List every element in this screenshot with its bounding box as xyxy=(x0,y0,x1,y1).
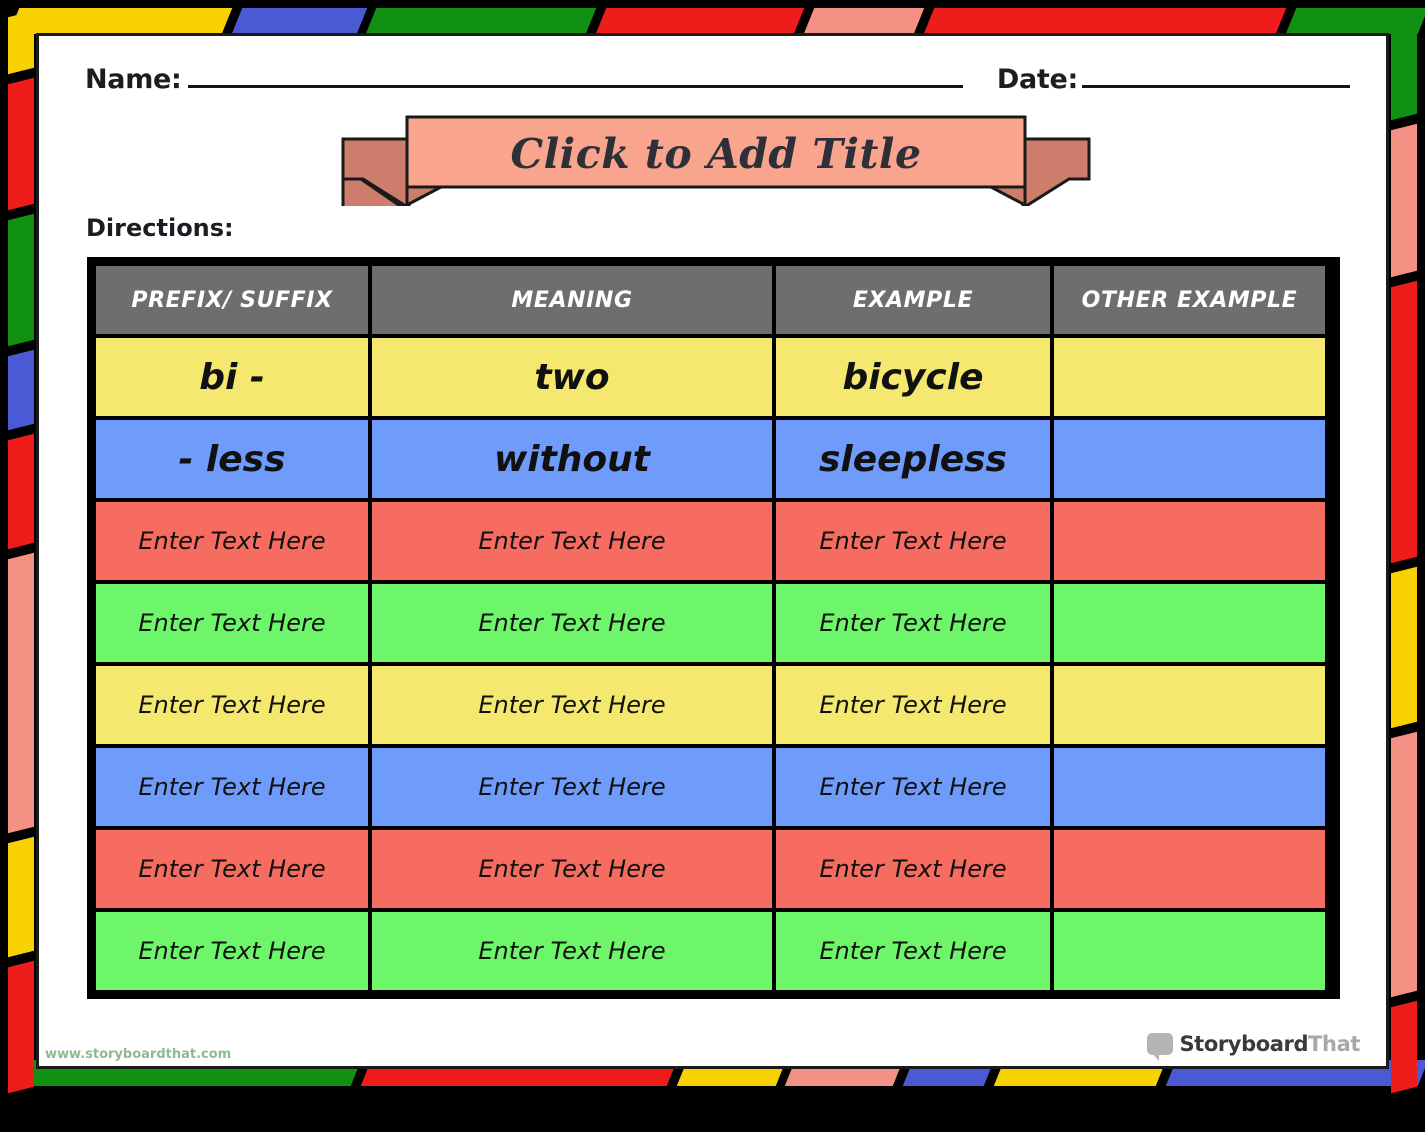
date-label: Date: xyxy=(996,64,1078,95)
title-text[interactable]: Click to Add Title xyxy=(409,121,1023,187)
table-cell[interactable] xyxy=(1054,748,1325,826)
frame-dash xyxy=(365,8,597,34)
table-row: Enter Text Here Enter Text Here Enter Text… xyxy=(96,830,1331,908)
frame-dash xyxy=(1391,1000,1417,1094)
table-cell[interactable]: Enter Text Here xyxy=(372,502,772,580)
table-cell[interactable]: sleepless xyxy=(776,420,1050,498)
table-cell[interactable]: Enter Text Here xyxy=(776,584,1050,662)
table-row: - less without sleepless xyxy=(96,420,1331,498)
frame-dash xyxy=(8,77,34,211)
frame-dash xyxy=(923,8,1287,34)
table-cell[interactable]: Enter Text Here xyxy=(96,830,368,908)
frame-dash xyxy=(1391,10,1417,121)
frame-dash xyxy=(1391,731,1417,998)
frame-dash xyxy=(8,8,232,34)
storyboardthat-logo: StoryboardThat xyxy=(1147,1032,1360,1061)
table-cell[interactable] xyxy=(1054,830,1325,908)
table-cell[interactable] xyxy=(1054,666,1325,744)
table-cell[interactable]: Enter Text Here xyxy=(372,912,772,990)
table-header-cell: OTHER EXAMPLE xyxy=(1054,266,1325,334)
table-row: Enter Text Here Enter Text Here Enter Text… xyxy=(96,584,1331,662)
logo-text-primary: Storyboard xyxy=(1179,1032,1309,1056)
title-ribbon[interactable]: Click to Add Title xyxy=(341,111,1091,206)
name-input-line[interactable] xyxy=(187,62,963,88)
table-header-cell: MEANING xyxy=(372,266,772,334)
table-cell[interactable] xyxy=(1054,338,1325,416)
table-cell[interactable]: Enter Text Here xyxy=(776,912,1050,990)
frame-dash xyxy=(8,433,34,549)
logo-text-secondary: That xyxy=(1308,1032,1360,1056)
table-cell[interactable] xyxy=(1054,420,1325,498)
table-cell[interactable] xyxy=(1054,584,1325,662)
table-cell[interactable] xyxy=(1054,912,1325,990)
prefix-suffix-table: PREFIX/ SUFFIX MEANING EXAMPLE OTHER EXAMPL… xyxy=(87,257,1340,999)
table-cell[interactable]: without xyxy=(372,420,772,498)
table-row: Enter Text Here Enter Text Here Enter Text… xyxy=(96,912,1331,990)
frame-dash xyxy=(8,349,34,431)
table-grid: PREFIX/ SUFFIX MEANING EXAMPLE OTHER EXAMPL… xyxy=(92,262,1335,994)
frame-dash xyxy=(1391,280,1417,564)
worksheet-page: Name: Date: Click to Add Title Direction… xyxy=(36,33,1389,1069)
date-input-line[interactable] xyxy=(1082,62,1350,88)
speech-bubble-icon xyxy=(1147,1033,1174,1061)
frame-dash xyxy=(1391,124,1417,278)
table-cell[interactable]: Enter Text Here xyxy=(776,666,1050,744)
table-cell[interactable]: bicycle xyxy=(776,338,1050,416)
table-cell[interactable]: Enter Text Here xyxy=(372,584,772,662)
table-cell[interactable]: Enter Text Here xyxy=(96,584,368,662)
table-cell[interactable] xyxy=(1054,502,1325,580)
frame-dash xyxy=(595,8,805,34)
table-row: bi - two bicycle xyxy=(96,338,1331,416)
table-header-cell: EXAMPLE xyxy=(776,266,1050,334)
frame-dash xyxy=(1391,566,1417,729)
table-cell[interactable]: Enter Text Here xyxy=(372,830,772,908)
table-row: Enter Text Here Enter Text Here Enter Text… xyxy=(96,502,1331,580)
table-cell[interactable]: bi - xyxy=(96,338,368,416)
frame-dash xyxy=(803,8,925,34)
table-row: Enter Text Here Enter Text Here Enter Text… xyxy=(96,748,1331,826)
frame-dash xyxy=(231,8,367,34)
directions-label: Directions: xyxy=(86,214,234,242)
name-label: Name: xyxy=(85,64,182,95)
frame-dash xyxy=(8,552,34,834)
table-cell[interactable]: - less xyxy=(96,420,368,498)
frame-dash xyxy=(8,213,34,346)
table-cell[interactable]: Enter Text Here xyxy=(96,748,368,826)
table-cell[interactable]: Enter Text Here xyxy=(96,502,368,580)
site-watermark: www.storyboardthat.com xyxy=(45,1047,232,1062)
table-header-row: PREFIX/ SUFFIX MEANING EXAMPLE OTHER EXAMPL… xyxy=(96,266,1331,334)
frame-dash xyxy=(8,961,34,1094)
table-cell[interactable]: Enter Text Here xyxy=(776,830,1050,908)
table-cell[interactable]: Enter Text Here xyxy=(372,666,772,744)
name-date-row: Name: Date: xyxy=(85,62,1350,108)
table-cell[interactable]: Enter Text Here xyxy=(96,666,368,744)
table-cell[interactable]: Enter Text Here xyxy=(96,912,368,990)
table-cell[interactable]: two xyxy=(372,338,772,416)
table-header-cell: PREFIX/ SUFFIX xyxy=(96,266,368,334)
frame-dash xyxy=(8,10,34,75)
table-row: Enter Text Here Enter Text Here Enter Text… xyxy=(96,666,1331,744)
table-cell[interactable]: Enter Text Here xyxy=(372,748,772,826)
logo-text: StoryboardThat xyxy=(1179,1032,1360,1056)
frame-dash xyxy=(8,836,34,958)
table-cell[interactable]: Enter Text Here xyxy=(776,748,1050,826)
table-cell[interactable]: Enter Text Here xyxy=(776,502,1050,580)
